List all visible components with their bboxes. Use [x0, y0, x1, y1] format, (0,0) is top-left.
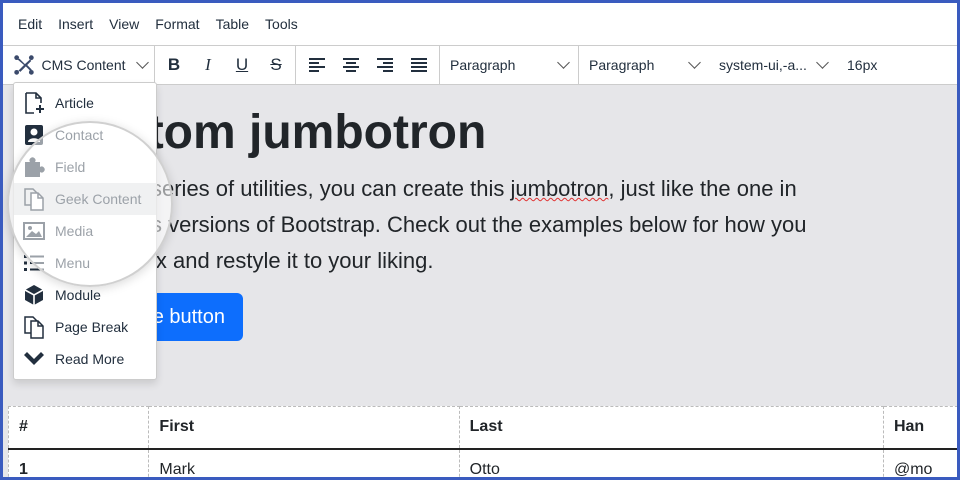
font-size-select[interactable]: 16px — [837, 48, 937, 82]
block-format-select-2[interactable]: Paragraph — [579, 48, 709, 82]
dropdown-item-label: Article — [55, 95, 94, 111]
font-family-select[interactable]: system-ui,-a... — [709, 48, 837, 82]
jumbotron-title-text: stom jumbotron — [121, 106, 487, 159]
chevron-down-icon — [816, 56, 829, 69]
article-add-icon — [25, 92, 44, 114]
copy-icon — [24, 188, 44, 211]
menu-view[interactable]: View — [109, 16, 147, 32]
jumbotron-line-2: s versions of Bootstrap. Check out the e… — [151, 212, 807, 237]
jumbotron-line-1-a: series of utilities, you can create this — [151, 176, 511, 201]
dropdown-item-field[interactable]: Field — [14, 151, 156, 183]
table-row: 1 Mark Otto @mo — [7, 448, 957, 477]
chevron-down-icon — [557, 56, 570, 69]
bold-button[interactable]: B — [157, 48, 191, 82]
dropdown-item-label: Menu — [55, 255, 91, 271]
dropdown-item-contact[interactable]: Contact — [14, 119, 156, 151]
table-header-row: # First Last Han — [7, 406, 957, 450]
menu-format[interactable]: Format — [155, 16, 207, 32]
block-format-label-1: Paragraph — [450, 57, 516, 73]
dropdown-item-geek-content[interactable]: Geek Content — [14, 183, 156, 215]
block-format-group-1: Paragraph — [440, 46, 579, 84]
toolbar: CMS Content B I U S Paragraph Paragraph … — [3, 45, 957, 85]
jumbotron-line-1-b: , just like the one in — [608, 176, 797, 201]
italic-button[interactable]: I — [191, 48, 225, 82]
jumbotron-title: stom jumbotron — [121, 105, 486, 160]
align-left-icon — [309, 58, 325, 72]
dropdown-item-label: Contact — [55, 127, 104, 143]
menubar: Edit Insert View Format Table Tools — [3, 3, 957, 45]
font-size-label: 16px — [847, 57, 878, 73]
table-cell: Otto — [458, 448, 884, 477]
dropdown-item-menu[interactable]: Menu — [14, 247, 156, 279]
image-icon — [23, 222, 45, 240]
align-justify-button[interactable] — [402, 48, 436, 82]
jumbotron-line-1: series of utilities, you can create this… — [151, 171, 957, 207]
table-header-cell: First — [148, 406, 460, 450]
menu-table[interactable]: Table — [216, 16, 257, 32]
dropdown-item-label: Module — [55, 287, 101, 303]
dropdown-item-label: Read More — [55, 351, 125, 367]
editor-frame: Edit Insert View Format Table Tools CMS … — [0, 0, 960, 480]
table-header-cell: Han — [882, 406, 957, 450]
data-table: # First Last Han 1 Mark Otto @mo — [7, 406, 957, 477]
block-format-label-2: Paragraph — [589, 57, 655, 73]
cms-content-label: CMS Content — [41, 57, 126, 73]
contact-icon — [25, 125, 43, 145]
table-cell: Mark — [148, 448, 460, 477]
align-left-button[interactable] — [300, 48, 334, 82]
misspelled-word: jumbotron — [510, 176, 609, 201]
align-center-button[interactable] — [334, 48, 368, 82]
cube-icon — [24, 285, 44, 305]
table-header-cell: Last — [458, 406, 884, 450]
jumbotron-text: series of utilities, you can create this… — [151, 171, 957, 279]
align-right-icon — [377, 58, 393, 72]
dropdown-item-media[interactable]: Media — [14, 215, 156, 247]
chevron-down-icon — [24, 352, 44, 365]
align-center-icon — [343, 58, 359, 72]
menu-tools[interactable]: Tools — [265, 16, 306, 32]
dropdown-item-label: Field — [55, 159, 86, 175]
dropdown-item-module[interactable]: Module — [14, 279, 156, 311]
cms-group: CMS Content — [3, 46, 155, 84]
dropdown-item-read-more[interactable]: Read More — [14, 343, 156, 375]
font-family-label: system-ui,-a... — [719, 57, 807, 73]
chevron-down-icon — [688, 56, 701, 69]
table-header-cell: # — [7, 406, 150, 450]
text-style-group: B I U S — [155, 46, 296, 84]
strikethrough-button[interactable]: S — [259, 48, 293, 82]
menu-insert[interactable]: Insert — [58, 16, 101, 32]
dropdown-item-article[interactable]: Article — [14, 87, 156, 119]
cms-content-button[interactable]: CMS Content — [3, 48, 153, 82]
table-cell: 1 — [7, 448, 150, 477]
dropdown-item-label: Media — [55, 223, 94, 239]
align-justify-icon — [411, 58, 427, 72]
cms-content-dropdown: Article Contact Field Geek Content Media… — [13, 82, 157, 380]
chevron-down-icon — [135, 56, 149, 69]
copy-icon — [24, 316, 44, 339]
dropdown-item-label: Geek Content — [55, 191, 142, 207]
dropdown-item-label: Page Break — [55, 319, 129, 335]
table-cell: @mo — [882, 448, 957, 477]
block-format-select-1[interactable]: Paragraph — [440, 48, 578, 82]
list-icon — [24, 255, 44, 271]
jumbotron-line-3: ix and restyle it to your liking. — [151, 248, 434, 273]
align-right-button[interactable] — [368, 48, 402, 82]
joomla-icon — [14, 55, 35, 75]
align-group — [296, 46, 440, 84]
menu-edit[interactable]: Edit — [18, 16, 50, 32]
underline-button[interactable]: U — [225, 48, 259, 82]
dropdown-item-page-break[interactable]: Page Break — [14, 311, 156, 343]
puzzle-icon — [25, 157, 45, 177]
